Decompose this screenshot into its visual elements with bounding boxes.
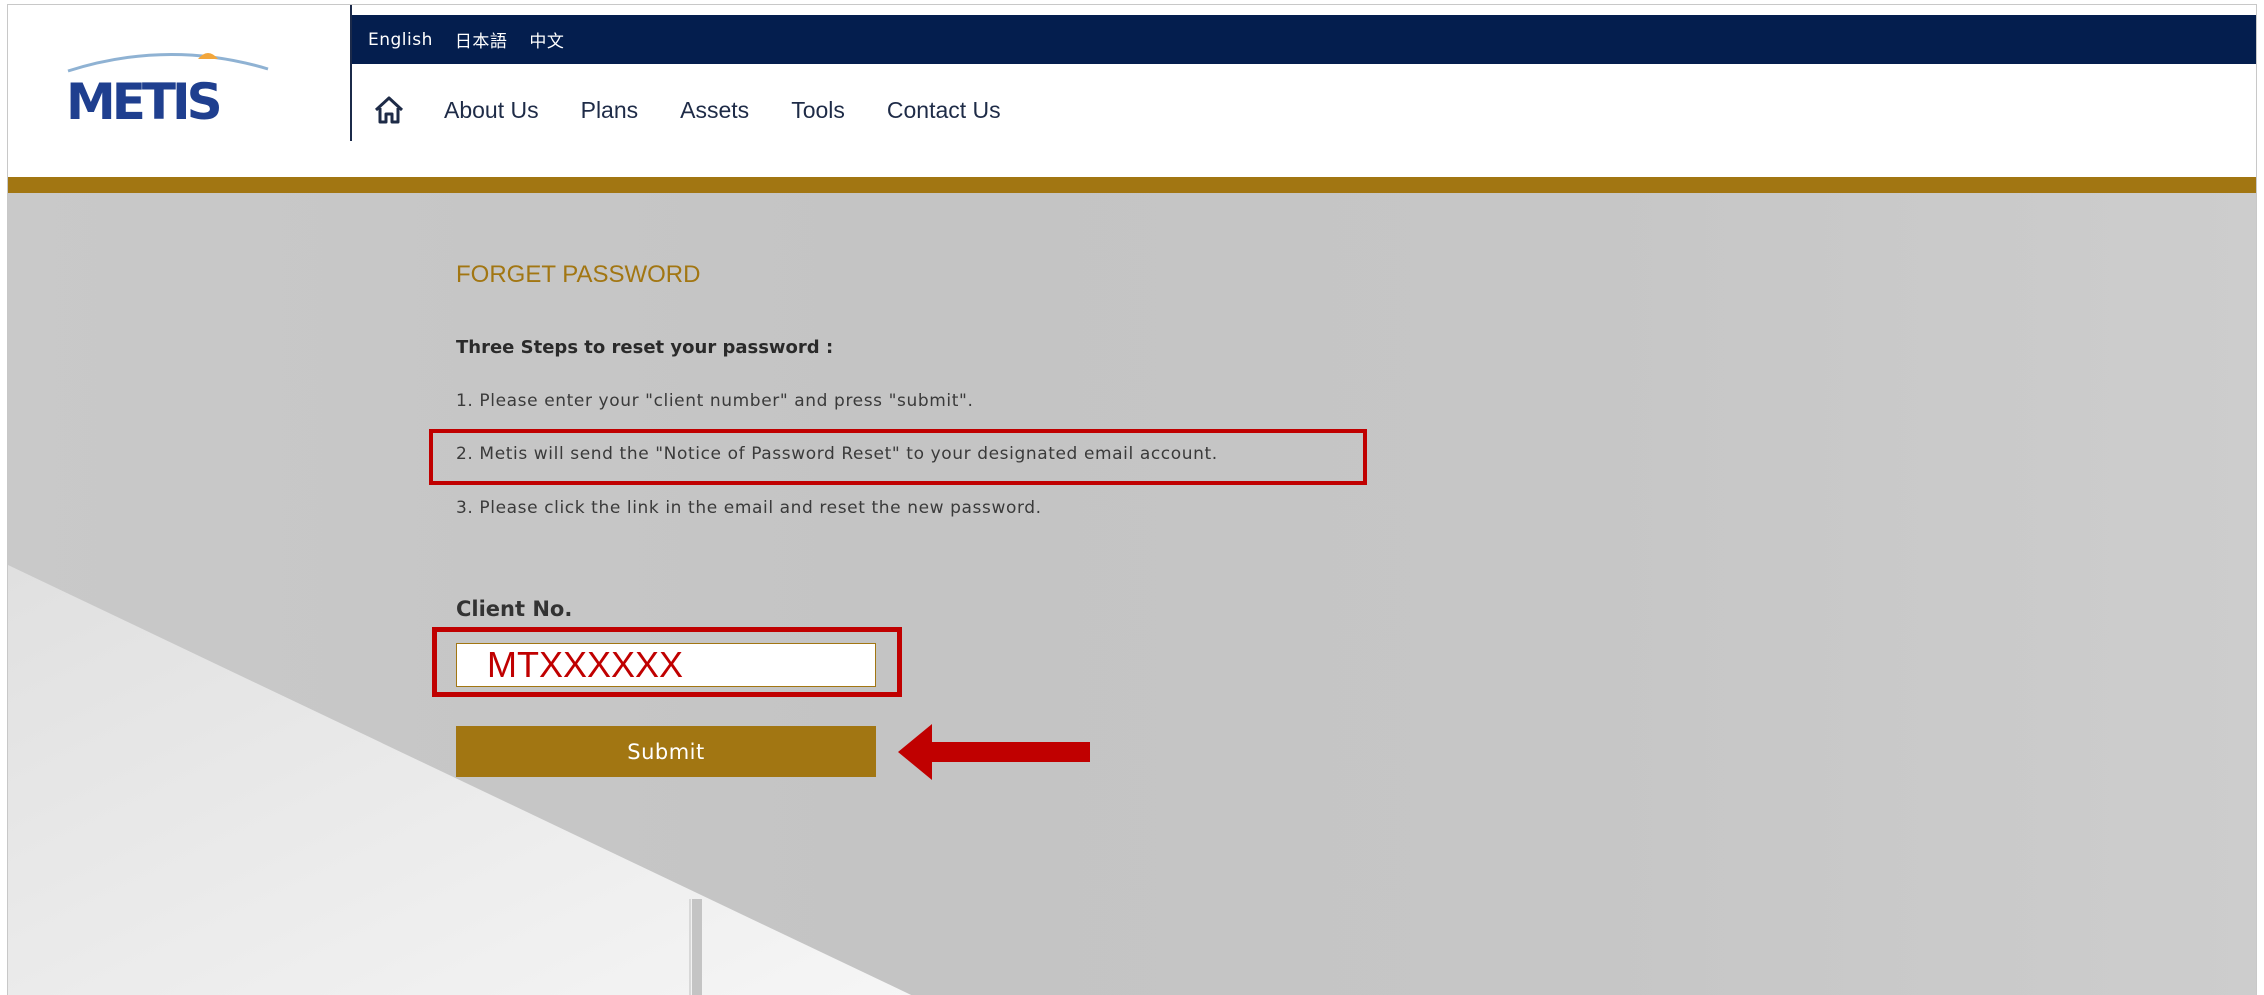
language-bar: English 日本語 中文: [352, 15, 2256, 64]
left-arrow-icon: [898, 724, 1090, 780]
nav-assets[interactable]: Assets: [680, 97, 749, 124]
step-2-highlight-box: [429, 429, 1367, 485]
nav-plans[interactable]: Plans: [581, 97, 639, 124]
home-icon[interactable]: [372, 93, 406, 127]
svg-text:METIS: METIS: [66, 73, 220, 131]
nav-about-us[interactable]: About Us: [444, 97, 539, 124]
nav-tools[interactable]: Tools: [791, 97, 845, 124]
metis-logo[interactable]: METIS: [58, 41, 278, 131]
submit-button[interactable]: Submit: [456, 726, 876, 777]
lang-chinese[interactable]: 中文: [529, 27, 564, 52]
lang-japanese[interactable]: 日本語: [455, 27, 508, 52]
page-title: FORGET PASSWORD: [456, 261, 701, 288]
browser-frame: METIS English 日本語 中文 About Us Plans Asse…: [7, 4, 2257, 995]
lang-english[interactable]: English: [368, 30, 433, 50]
client-no-input[interactable]: [456, 643, 876, 687]
steps-heading: Three Steps to reset your password :: [456, 337, 834, 358]
header-gold-band: [8, 177, 2256, 193]
step-3: 3. Please click the link in the email an…: [456, 498, 1042, 518]
nav-contact-us[interactable]: Contact Us: [887, 97, 1001, 124]
main-content: FORGET PASSWORD Three Steps to reset you…: [8, 193, 2256, 995]
background-graphic: [8, 565, 912, 995]
step-1: 1. Please enter your "client number" and…: [456, 391, 974, 411]
client-no-label: Client No.: [456, 597, 573, 621]
main-nav: About Us Plans Assets Tools Contact Us: [372, 85, 1043, 135]
metis-logo-graphic: METIS: [66, 53, 269, 131]
